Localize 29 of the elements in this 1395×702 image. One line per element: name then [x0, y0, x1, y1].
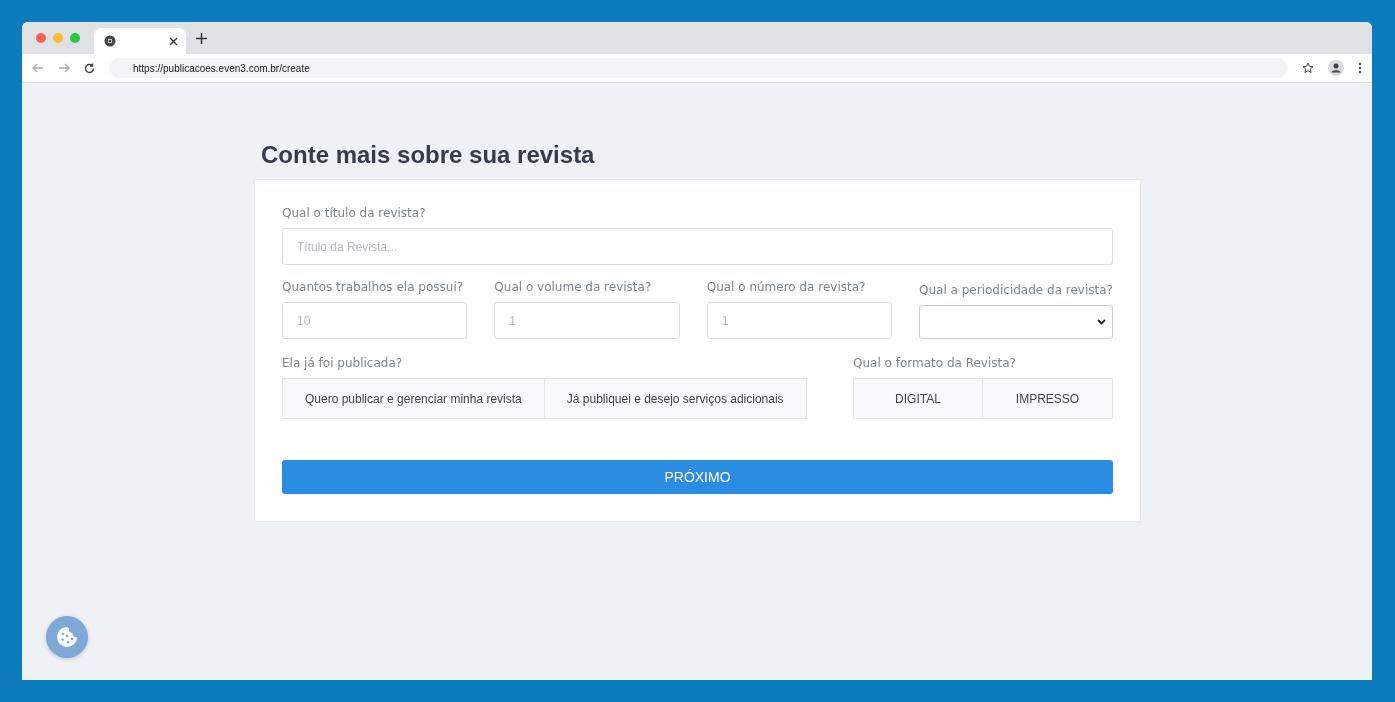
browser-tab[interactable] [94, 28, 186, 54]
number-input-field[interactable]: 1 [494, 302, 680, 339]
field-label: Quantos trabalhos ela possui? [282, 280, 465, 294]
new-tab-icon[interactable] [196, 32, 207, 44]
field-label: Ela já foi publicada? [282, 356, 404, 370]
number-input-field[interactable]: 1 [706, 302, 893, 339]
reload-icon[interactable] [84, 62, 95, 74]
field-label: Qual o formato da Revista? [853, 356, 1017, 370]
option-button[interactable]: Já publiquei e desejo serviços adicionais [544, 378, 807, 419]
browser-logo-icon [104, 35, 116, 47]
option-button[interactable]: Quero publicar e gerenciar minha revista [282, 378, 545, 419]
field-label: Qual o número da revista? [706, 280, 867, 294]
title-input-field[interactable]: Título da Revista... [282, 228, 1113, 265]
cookie-icon [56, 626, 78, 648]
address-bar[interactable]: https://publicacoes.even3.com.br/create [109, 58, 1288, 78]
field-label: Qual a periodicidade da revista? [919, 283, 1113, 297]
chevron-down-icon [1097, 319, 1106, 325]
option-button[interactable]: DIGITAL [853, 378, 983, 419]
next-button[interactable]: PRÓXIMO [282, 460, 1113, 494]
select-field[interactable] [919, 305, 1113, 339]
number-input-field[interactable]: 10 [282, 302, 468, 339]
profile-avatar-icon[interactable] [1328, 60, 1344, 76]
menu-icon[interactable] [1358, 62, 1362, 74]
field-label: Qual o volume da revista? [494, 280, 653, 294]
page-heading: Conte mais sobre sua revista [261, 141, 596, 169]
option-button[interactable]: IMPRESSO [983, 378, 1113, 419]
close-tab-icon[interactable] [169, 36, 178, 46]
star-icon[interactable] [1302, 62, 1314, 74]
field-label: Qual o título da revista? [282, 206, 427, 220]
